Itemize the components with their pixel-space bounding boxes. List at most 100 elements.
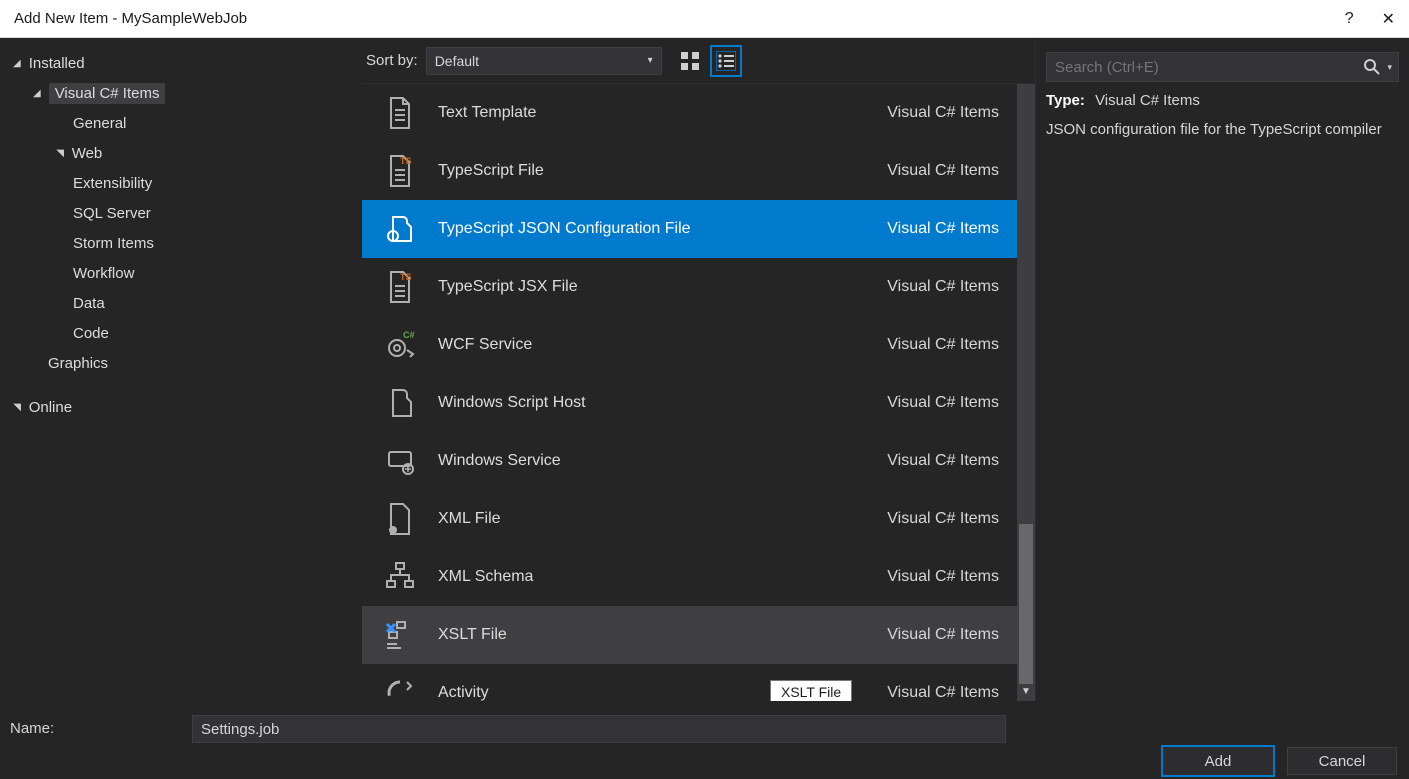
type-label: Type: <box>1046 92 1085 109</box>
cancel-button[interactable]: Cancel <box>1287 747 1397 775</box>
tree-label: Installed <box>29 55 85 72</box>
tree-item-sqlserver[interactable]: SQL Server <box>8 198 354 228</box>
sortby-dropdown[interactable]: Default ▾ <box>426 47 662 75</box>
template-item[interactable]: Windows ServiceVisual C# Items <box>362 432 1017 490</box>
template-label: TypeScript JSON Configuration File <box>420 220 887 238</box>
window-title: Add New Item - MySampleWebJob <box>14 10 247 27</box>
scrollbar[interactable]: ▼ <box>1017 84 1035 701</box>
tree-item-web[interactable]: Web <box>8 138 354 168</box>
template-category: Visual C# Items <box>887 394 999 412</box>
search-box[interactable]: ▾ <box>1046 52 1399 82</box>
tree-label: Workflow <box>73 265 134 282</box>
template-label: XSLT File <box>420 626 887 644</box>
search-icon[interactable] <box>1363 58 1381 76</box>
title-bar: Add New Item - MySampleWebJob ? ✕ <box>0 0 1409 38</box>
tree-csharp-items[interactable]: Visual C# Items <box>8 78 354 108</box>
template-item[interactable]: TS TypeScript FileVisual C# Items <box>362 142 1017 200</box>
template-icon <box>380 673 420 701</box>
template-category: Visual C# Items <box>887 568 999 586</box>
type-info: Type: Visual C# Items <box>1046 92 1399 109</box>
template-category: Visual C# Items <box>887 162 999 180</box>
view-medium-icons[interactable] <box>676 47 704 75</box>
template-icon <box>380 209 420 249</box>
template-icon: TS <box>380 151 420 191</box>
template-list: Text TemplateVisual C# ItemsTSTypeScript… <box>362 84 1017 701</box>
tree-item-storm[interactable]: Storm Items <box>8 228 354 258</box>
template-item[interactable]: Text TemplateVisual C# Items <box>362 84 1017 142</box>
template-icon <box>380 557 420 597</box>
template-category: Visual C# Items <box>887 452 999 470</box>
name-label: Name: <box>10 715 178 737</box>
tree-label: Data <box>73 295 105 312</box>
template-category: Visual C# Items <box>887 220 999 238</box>
template-item[interactable]: XML FileVisual C# Items <box>362 490 1017 548</box>
scrollbar-thumb[interactable] <box>1019 524 1033 684</box>
details-pane: ▾ Type: Visual C# Items JSON configurati… <box>1035 38 1409 701</box>
tree-item-workflow[interactable]: Workflow <box>8 258 354 288</box>
template-label: TypeScript File <box>420 162 887 180</box>
tree-label: Extensibility <box>73 175 152 192</box>
svg-text:TS: TS <box>400 156 412 166</box>
footer: Name: Add Cancel <box>0 701 1409 779</box>
name-input[interactable] <box>192 715 1006 743</box>
scroll-down-arrow[interactable]: ▼ <box>1017 686 1035 697</box>
template-icon: TS <box>380 267 420 307</box>
tree-item-data[interactable]: Data <box>8 288 354 318</box>
tree-label: SQL Server <box>73 205 151 222</box>
category-tree: Installed Visual C# Items General Web Ex… <box>0 38 362 701</box>
tree-installed[interactable]: Installed <box>8 48 354 78</box>
template-icon <box>380 383 420 423</box>
template-category: Visual C# Items <box>887 104 999 122</box>
template-icon <box>380 499 420 539</box>
toolbar: Sort by: Default ▾ <box>362 38 1035 84</box>
tree-item-code[interactable]: Code <box>8 318 354 348</box>
tree-online[interactable]: Online <box>8 392 354 422</box>
template-label: Windows Script Host <box>420 394 887 412</box>
close-icon[interactable]: ✕ <box>1382 9 1395 29</box>
template-icon <box>380 441 420 481</box>
help-icon[interactable]: ? <box>1345 10 1354 28</box>
template-label: Windows Service <box>420 452 887 470</box>
template-icon: C# <box>380 325 420 365</box>
type-value: Visual C# Items <box>1095 92 1200 109</box>
tree-label: Storm Items <box>73 235 154 252</box>
template-category: Visual C# Items <box>887 684 999 701</box>
template-label: Activity <box>420 684 887 701</box>
template-label: TypeScript JSX File <box>420 278 887 296</box>
template-label: WCF Service <box>420 336 887 354</box>
sortby-label: Sort by: <box>366 52 418 69</box>
svg-text:TS: TS <box>400 272 412 282</box>
tree-label: General <box>73 115 126 132</box>
chevron-down-icon: ▾ <box>648 55 653 66</box>
tree-label: Visual C# Items <box>49 83 166 104</box>
template-label: Text Template <box>420 104 887 122</box>
description: JSON configuration file for the TypeScri… <box>1046 119 1399 141</box>
svg-text:C#: C# <box>403 330 415 340</box>
template-item[interactable]: Windows Script HostVisual C# Items <box>362 374 1017 432</box>
add-button[interactable]: Add <box>1163 747 1273 775</box>
tree-item-extensibility[interactable]: Extensibility <box>8 168 354 198</box>
template-category: Visual C# Items <box>887 626 999 644</box>
template-category: Visual C# Items <box>887 336 999 354</box>
sortby-value: Default <box>435 53 479 69</box>
template-item[interactable]: C# WCF ServiceVisual C# Items <box>362 316 1017 374</box>
template-item[interactable]: ActivityVisual C# Items <box>362 664 1017 701</box>
search-input[interactable] <box>1055 59 1357 76</box>
template-category: Visual C# Items <box>887 278 999 296</box>
template-icon <box>380 615 420 655</box>
template-category: Visual C# Items <box>887 510 999 528</box>
tree-label: Graphics <box>48 355 108 372</box>
template-item[interactable]: XSLT FileVisual C# Items <box>362 606 1017 664</box>
chevron-down-icon[interactable]: ▾ <box>1387 62 1392 73</box>
dialog-window: Add New Item - MySampleWebJob ? ✕ Instal… <box>0 0 1409 779</box>
view-details[interactable] <box>712 47 740 75</box>
tree-graphics[interactable]: Graphics <box>8 348 354 378</box>
template-label: XML File <box>420 510 887 528</box>
tree-label: Code <box>73 325 109 342</box>
tree-label: Online <box>29 399 72 416</box>
template-icon <box>380 93 420 133</box>
template-item[interactable]: TS TypeScript JSX FileVisual C# Items <box>362 258 1017 316</box>
template-item[interactable]: TypeScript JSON Configuration FileVisual… <box>362 200 1017 258</box>
template-item[interactable]: XML SchemaVisual C# Items <box>362 548 1017 606</box>
tree-item-general[interactable]: General <box>8 108 354 138</box>
